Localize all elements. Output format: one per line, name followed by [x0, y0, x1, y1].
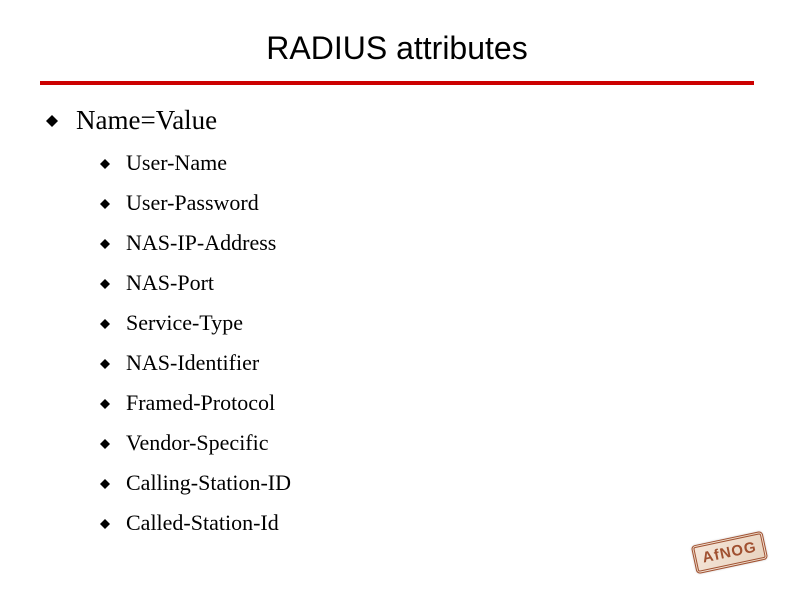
list-item: Framed-Protocol: [100, 390, 754, 416]
list-item: NAS-Port: [100, 270, 754, 296]
diamond-bullet-icon: [100, 359, 110, 369]
list-item-label: NAS-IP-Address: [126, 230, 276, 256]
list-item: User-Name: [100, 150, 754, 176]
slide-title: RADIUS attributes: [40, 30, 754, 67]
list-item: NAS-Identifier: [100, 350, 754, 376]
afnog-logo: AfNOG: [691, 531, 768, 575]
diamond-bullet-icon: [46, 115, 58, 127]
diamond-bullet-icon: [100, 199, 110, 209]
list-item-label: Called-Station-Id: [126, 510, 279, 536]
diamond-bullet-icon: [100, 439, 110, 449]
list-item: Vendor-Specific: [100, 430, 754, 456]
diamond-bullet-icon: [100, 239, 110, 249]
list-item: NAS-IP-Address: [100, 230, 754, 256]
list-item: User-Password: [100, 190, 754, 216]
diamond-bullet-icon: [100, 399, 110, 409]
diamond-bullet-icon: [100, 279, 110, 289]
title-rule: [40, 81, 754, 85]
list-item: Called-Station-Id: [100, 510, 754, 536]
diamond-bullet-icon: [100, 319, 110, 329]
list-item: Calling-Station-ID: [100, 470, 754, 496]
list-item-label: NAS-Identifier: [126, 350, 259, 376]
diamond-bullet-icon: [100, 479, 110, 489]
list-item-label: Service-Type: [126, 310, 243, 336]
heading-row: Name=Value: [46, 105, 754, 136]
afnog-logo-text: AfNOG: [691, 531, 768, 575]
list-item: Service-Type: [100, 310, 754, 336]
diamond-bullet-icon: [100, 519, 110, 529]
list-item-label: NAS-Port: [126, 270, 214, 296]
list-item-label: User-Password: [126, 190, 259, 216]
list-item-label: Vendor-Specific: [126, 430, 269, 456]
diamond-bullet-icon: [100, 159, 110, 169]
list-item-label: Framed-Protocol: [126, 390, 275, 416]
list-item-label: Calling-Station-ID: [126, 470, 291, 496]
slide: RADIUS attributes Name=Value User-Name U…: [0, 0, 794, 595]
heading-text: Name=Value: [76, 105, 217, 136]
list-item-label: User-Name: [126, 150, 227, 176]
attributes-list: User-Name User-Password NAS-IP-Address N…: [100, 150, 754, 536]
